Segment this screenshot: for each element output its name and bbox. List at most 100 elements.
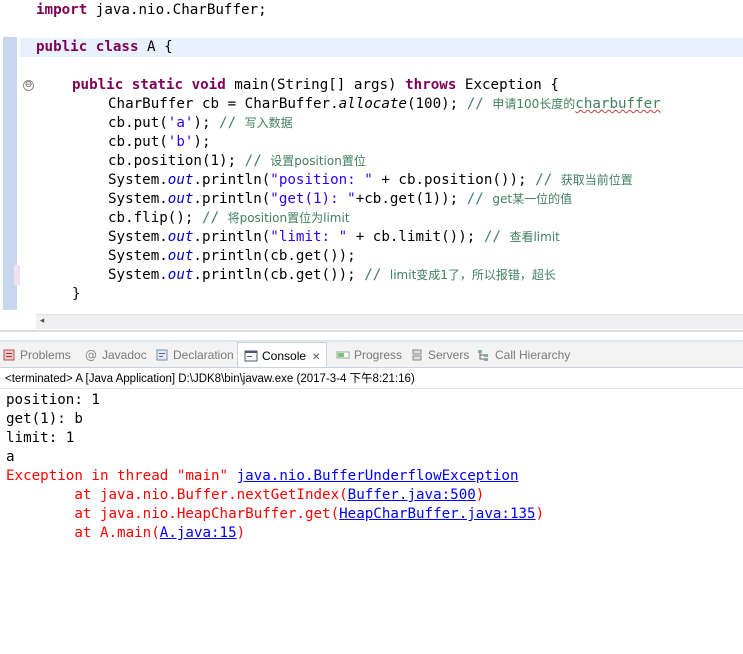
field-out: out (167, 248, 194, 264)
code-line-println-get[interactable]: System.out.println("get(1): "+cb.get(1))… (108, 190, 572, 209)
code-line-flip[interactable]: cb.flip(); // 将position置位为limit (108, 209, 350, 228)
code-editor[interactable]: ⊖ import java.nio.CharBuffer; public cla… (0, 0, 743, 332)
tabbar-divider (0, 367, 743, 368)
exception-link[interactable]: java.nio.BufferUnderflowException (237, 468, 519, 484)
code-text: } (72, 286, 81, 302)
tab-servers[interactable]: Servers (410, 342, 469, 368)
quick-diff-marker (14, 265, 20, 285)
declaration-icon (156, 349, 168, 361)
spelling-error: charbuffer (575, 96, 661, 112)
string-literal: "limit: " (270, 229, 348, 245)
comment: // get某一位的值 (466, 191, 573, 207)
code-text: .println(cb.get()); (193, 248, 356, 264)
keyword-public-static-void: public static void (72, 77, 226, 93)
code-text: System. (108, 267, 168, 283)
exception-line: Exception in thread "main" java.nio.Buff… (6, 468, 519, 484)
tab-label: Problems (20, 348, 71, 362)
tab-label: Console (262, 349, 307, 363)
scroll-left-icon[interactable]: ◂ (36, 314, 48, 328)
close-icon[interactable]: ✕ (312, 352, 320, 363)
console-line: position: 1 (6, 392, 100, 408)
code-line-println-position[interactable]: System.out.println("position: " + cb.pos… (108, 171, 633, 190)
char-literal: 'a' (167, 115, 194, 131)
tab-problems[interactable]: Problems (2, 342, 71, 368)
tab-label: Declaration (173, 348, 234, 362)
code-text: (100); (406, 96, 467, 112)
code-line-position[interactable]: cb.position(1); // 设置position置位 (108, 152, 366, 171)
import-target: java.nio.CharBuffer; (87, 2, 267, 18)
tab-progress[interactable]: Progress (336, 342, 402, 368)
progress-icon (336, 351, 350, 359)
code-text: .println( (193, 191, 271, 207)
field-out: out (167, 267, 194, 283)
field-out: out (167, 229, 194, 245)
code-text: ); (193, 134, 211, 150)
code-text: ); (193, 115, 220, 131)
code-text: System. (108, 191, 168, 207)
code-line-allocate[interactable]: CharBuffer cb = CharBuffer.allocate(100)… (108, 95, 661, 114)
view-tabbar: Problems @ Javadoc Declaration Console ✕ P… (0, 342, 743, 368)
code-text: cb.flip(); (108, 210, 202, 226)
comment: // 写入数据 (219, 115, 293, 131)
stacktrace-line: at A.main(A.java:15) (6, 525, 246, 541)
code-line-import[interactable]: import java.nio.CharBuffer; (36, 1, 267, 20)
code-text: .println( (193, 172, 271, 188)
tab-label: Javadoc (102, 348, 147, 362)
char-literal: 'b' (167, 134, 194, 150)
code-text: +cb.get(1)); (355, 191, 467, 207)
code-line-println-get-2[interactable]: System.out.println(cb.get()); // limit变成… (108, 266, 556, 285)
code-line-put-a[interactable]: cb.put('a'); // 写入数据 (108, 114, 293, 133)
field-out: out (167, 191, 194, 207)
console-line: a (6, 449, 15, 465)
svg-text:@: @ (85, 348, 97, 362)
code-line-println-limit[interactable]: System.out.println("limit: " + cb.limit(… (108, 228, 560, 247)
code-text: cb.position(1); (108, 153, 245, 169)
field-out: out (167, 172, 194, 188)
code-line-put-b[interactable]: cb.put('b'); (108, 133, 211, 152)
source-link[interactable]: Buffer.java:500 (348, 487, 476, 503)
code-line-println-get-1[interactable]: System.out.println(cb.get()); (108, 247, 356, 266)
code-text: CharBuffer cb = CharBuffer. (108, 96, 339, 112)
source-link[interactable]: A.java:15 (160, 525, 237, 541)
main-exception: Exception { (456, 77, 559, 93)
problems-icon (3, 349, 15, 361)
fold-collapse-icon[interactable]: ⊖ (23, 80, 34, 91)
stacktrace-line: at java.nio.Buffer.nextGetIndex(Buffer.j… (6, 487, 485, 503)
source-link[interactable]: HeapCharBuffer.java:135 (339, 506, 535, 522)
main-params: main(String[] args) (225, 77, 406, 93)
class-name: A { (138, 39, 173, 55)
keyword-import: import (36, 2, 88, 18)
code-line-class[interactable]: public class A { (36, 38, 173, 57)
console-header-divider (0, 388, 743, 389)
comment: // limit变成1了，所以报错，超长 (364, 267, 556, 283)
tab-console[interactable]: Console ✕ (237, 342, 328, 368)
code-text: + cb.position()); (372, 172, 536, 188)
call-hierarchy-icon (478, 350, 488, 361)
comment: // 设置position置位 (244, 153, 366, 169)
code-line-main-signature[interactable]: public static void main(String[] args) t… (72, 76, 559, 95)
code-text: System. (108, 229, 168, 245)
tab-javadoc[interactable]: @ Javadoc (84, 342, 147, 368)
code-line-close-brace[interactable]: } (72, 285, 81, 304)
comment: // 将position置位为limit (201, 210, 350, 226)
keyword-throws: throws (405, 77, 457, 93)
code-text: .println( (193, 229, 271, 245)
horizontal-scrollbar[interactable] (36, 314, 743, 329)
javadoc-icon: @ (85, 348, 97, 362)
comment: // 申请100长度的charbuffer (466, 96, 661, 112)
code-text: cb.put( (108, 115, 168, 131)
editor-border (0, 330, 743, 332)
console-line: limit: 1 (6, 430, 75, 446)
tab-call-hierarchy[interactable]: Call Hierarchy (477, 342, 570, 368)
string-literal: "get(1): " (270, 191, 356, 207)
code-text: cb.put( (108, 134, 168, 150)
static-method: allocate (338, 96, 407, 112)
tab-declaration[interactable]: Declaration (155, 342, 234, 368)
keyword-public-class: public class (36, 39, 139, 55)
tab-label: Call Hierarchy (495, 348, 571, 362)
console-icon (244, 350, 258, 362)
code-text: + cb.limit()); (347, 229, 484, 245)
tab-label: Progress (354, 348, 403, 362)
comment: // 获取当前位置 (535, 172, 633, 188)
servers-icon (412, 349, 422, 361)
